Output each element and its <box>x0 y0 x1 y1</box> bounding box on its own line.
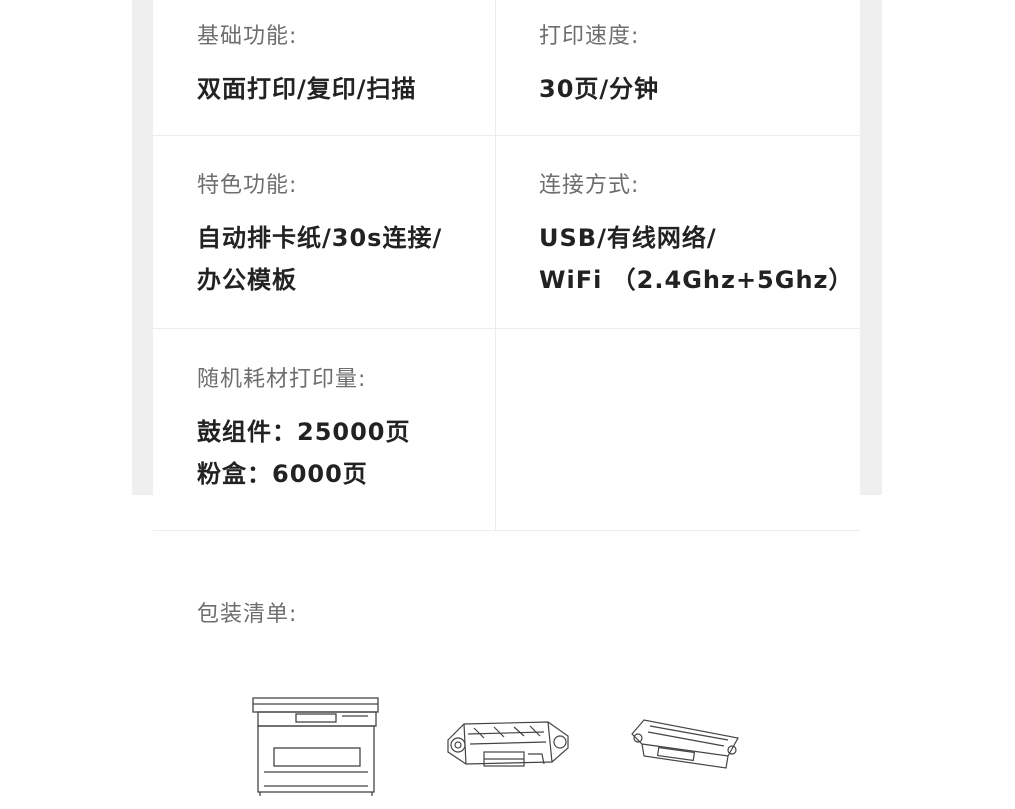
spec-basic-function: 基础功能: 双面打印/复印/扫描 <box>197 18 417 110</box>
spec-value: 双面打印/复印/扫描 <box>197 75 417 103</box>
spec-print-speed: 打印速度: 30页/分钟 <box>539 18 659 110</box>
package-label: 包装清单: <box>197 602 298 627</box>
drum-unit-illustration <box>447 721 569 767</box>
spec-consumables-yield: 随机耗材打印量: 鼓组件：25000页 粉盒：6000页 <box>197 361 411 495</box>
spec-label: 基础功能: <box>197 24 298 49</box>
row-divider <box>153 135 860 136</box>
spec-label: 特色功能: <box>197 173 298 198</box>
spec-label: 随机耗材打印量: <box>197 367 367 392</box>
spec-label: 连接方式: <box>539 173 640 198</box>
spec-connectivity: 连接方式: USB/有线网络/ WiFi （2.4Ghz+5Ghz） <box>539 167 854 301</box>
printer-illustration <box>252 697 379 796</box>
column-divider <box>495 0 496 530</box>
toner-cartridge-illustration <box>631 719 739 769</box>
spec-label: 打印速度: <box>539 24 640 49</box>
row-divider <box>153 530 860 531</box>
spec-special-features: 特色功能: 自动排卡纸/30s连接/ 办公模板 <box>197 167 442 301</box>
row-divider <box>153 328 860 329</box>
spec-value: 自动排卡纸/30s连接/ 办公模板 <box>197 224 443 294</box>
spec-value: 30页/分钟 <box>539 75 660 103</box>
spec-value: 鼓组件：25000页 粉盒：6000页 <box>197 418 411 488</box>
spec-value: USB/有线网络/ WiFi （2.4Ghz+5Ghz） <box>539 224 854 294</box>
